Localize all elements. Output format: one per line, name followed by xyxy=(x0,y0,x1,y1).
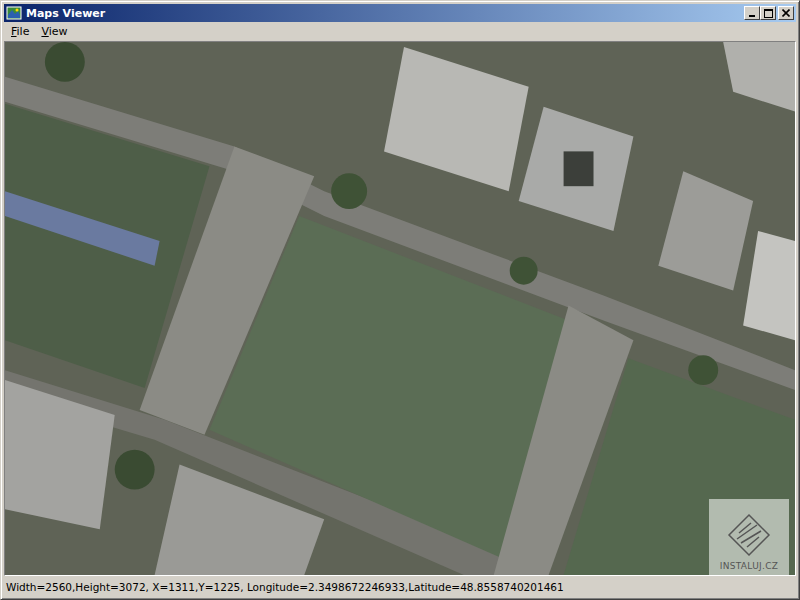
status-bar: Width=2560,Height=3072, X=1311,Y=1225, L… xyxy=(4,576,796,596)
satellite-image[interactable] xyxy=(5,42,795,575)
app-window: Maps Viewer FileView xyxy=(0,0,800,600)
map-view[interactable]: INSTALUJ.CZ xyxy=(4,41,796,576)
minimize-icon xyxy=(748,9,756,17)
close-icon xyxy=(782,9,790,17)
maximize-icon xyxy=(764,9,773,18)
window-title: Maps Viewer xyxy=(26,7,740,20)
close-button[interactable] xyxy=(778,6,794,20)
title-bar[interactable]: Maps Viewer xyxy=(4,4,796,22)
menu-item[interactable]: File xyxy=(6,23,34,40)
watermark-logo-icon xyxy=(727,513,771,557)
maximize-button[interactable] xyxy=(760,6,776,20)
minimize-button[interactable] xyxy=(744,6,760,20)
menu-item[interactable]: View xyxy=(36,23,72,40)
app-map-icon xyxy=(6,6,22,20)
status-text: Width=2560,Height=3072, X=1311,Y=1225, L… xyxy=(6,581,564,593)
menu-bar: FileView xyxy=(4,22,796,41)
watermark-text: INSTALUJ.CZ xyxy=(720,561,778,571)
watermark: INSTALUJ.CZ xyxy=(709,499,789,575)
